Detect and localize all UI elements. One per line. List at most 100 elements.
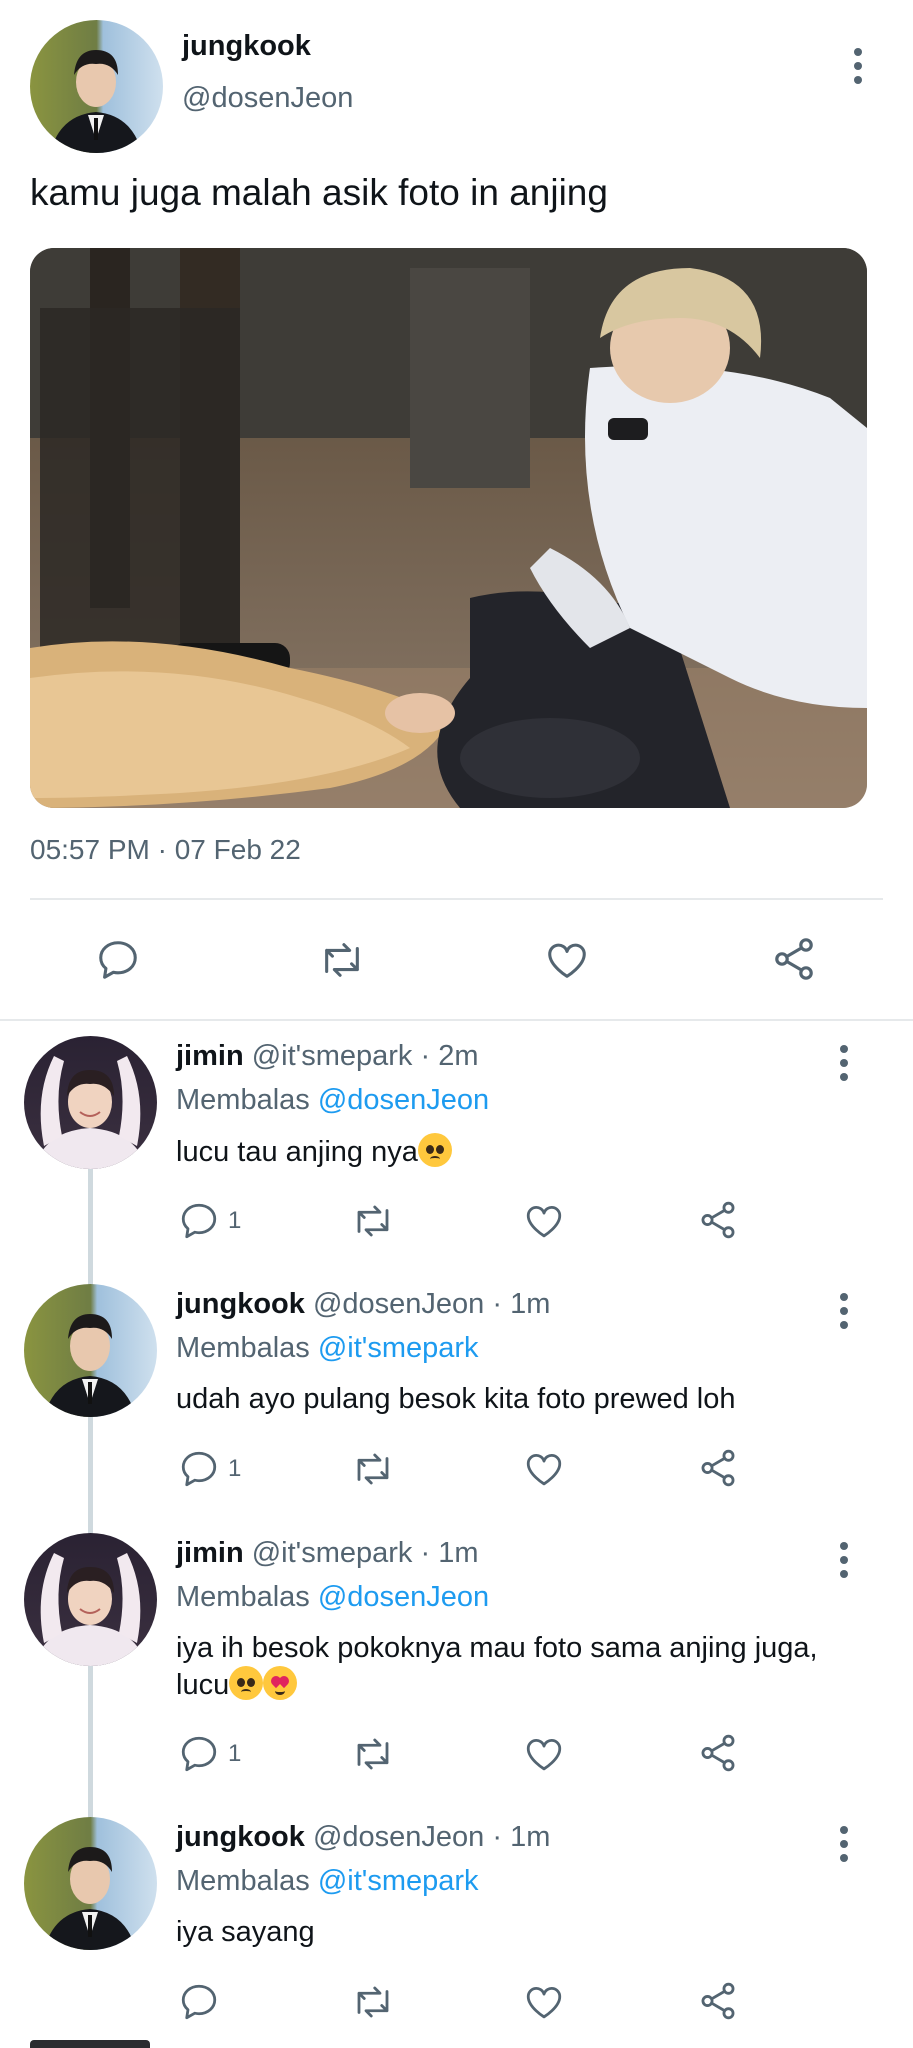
reply-header: jungkook @dosenJeon · 1m — [176, 1288, 550, 1321]
replying-label: Membalas — [176, 1084, 310, 1116]
reply-button[interactable]: 1 — [178, 1733, 241, 1775]
retweet-icon — [325, 943, 359, 977]
reply-text-content: lucu tau anjing nya — [176, 1136, 418, 1168]
pleading-face-emoji — [229, 1666, 264, 1700]
reply-text-line2: lucu — [176, 1669, 230, 1701]
reply-text-content: udah ayo pulang besok kita foto prewed l… — [176, 1383, 736, 1415]
reply-author-handle[interactable]: @it'smepark — [252, 1040, 413, 1072]
reply-icon — [181, 1451, 217, 1487]
reply-author-name[interactable]: jimin — [176, 1040, 244, 1072]
replying-to: Membalas @it'smepark — [176, 1332, 479, 1365]
retweet-icon — [357, 1738, 389, 1770]
reply-count: 1 — [228, 1455, 242, 1482]
reply-time: · 1m — [420, 1537, 479, 1569]
more-options-icon[interactable] — [848, 48, 868, 84]
reply-avatar[interactable] — [24, 1284, 157, 1417]
like-button[interactable] — [523, 1448, 565, 1490]
reply-header: jimin @it'smepark · 1m — [176, 1537, 478, 1570]
share-icon — [701, 1734, 735, 1772]
replying-to-link[interactable]: @dosenJeon — [318, 1581, 489, 1613]
reply-icon — [181, 1203, 217, 1239]
heart-eyes-emoji — [263, 1666, 298, 1700]
like-button[interactable] — [523, 1200, 565, 1242]
replying-label: Membalas — [176, 1332, 310, 1364]
replying-to: Membalas @dosenJeon — [176, 1581, 489, 1614]
reply-count: 1 — [228, 1740, 242, 1767]
reply-text: iya sayang — [176, 1914, 315, 1950]
author-handle[interactable]: @dosenJeon — [182, 82, 353, 115]
reply-author-name[interactable]: jimin — [176, 1537, 244, 1569]
heart-icon — [526, 1739, 562, 1771]
replying-to-link[interactable]: @it'smepark — [318, 1865, 479, 1897]
reply-header: jungkook @dosenJeon · 1m — [176, 1821, 550, 1854]
retweet-icon — [357, 1986, 389, 2018]
retweet-button[interactable] — [314, 937, 370, 983]
retweet-button[interactable] — [348, 1733, 398, 1775]
reply-icon — [181, 1736, 217, 1772]
reply-author-handle[interactable]: @dosenJeon — [313, 1821, 484, 1853]
thread-line — [88, 1165, 93, 1830]
replying-to: Membalas @it'smepark — [176, 1865, 479, 1898]
reply-button[interactable]: 1 — [178, 1448, 241, 1490]
retweet-button[interactable] — [348, 1200, 398, 1242]
heart-icon — [526, 1454, 562, 1486]
more-options-icon[interactable] — [834, 1542, 854, 1578]
reply-button[interactable] — [178, 1981, 220, 2023]
reply-text: lucu tau anjing nya — [176, 1133, 452, 1170]
tweet-media[interactable] — [30, 248, 867, 808]
retweet-icon — [357, 1453, 389, 1485]
reply-text-content: iya sayang — [176, 1916, 315, 1948]
reply-icon — [181, 1984, 217, 2020]
like-button[interactable] — [523, 1981, 565, 2023]
share-button[interactable] — [770, 935, 818, 983]
heart-icon — [526, 1206, 562, 1238]
share-button[interactable] — [697, 1199, 739, 1241]
reply-header: jimin @it'smepark · 2m — [176, 1040, 478, 1073]
share-button[interactable] — [697, 1980, 739, 2022]
reply-avatar[interactable] — [24, 1817, 157, 1950]
reply-author-name[interactable]: jungkook — [176, 1821, 305, 1853]
replying-to-link[interactable]: @it'smepark — [318, 1332, 479, 1364]
reply-button[interactable]: 1 — [178, 1200, 241, 1242]
heart-icon — [526, 1987, 562, 2019]
next-reply-avatar-edge — [30, 2040, 150, 2048]
like-button[interactable] — [523, 1733, 565, 1775]
reply-avatar[interactable] — [24, 1533, 157, 1666]
tweet-timestamp[interactable]: 05:57 PM · 07 Feb 22 — [30, 834, 301, 866]
replying-to-link[interactable]: @dosenJeon — [318, 1084, 489, 1116]
author-name[interactable]: jungkook — [182, 30, 311, 63]
pleading-face-emoji — [417, 1133, 452, 1167]
share-icon — [701, 1449, 735, 1487]
like-button[interactable] — [543, 937, 591, 983]
reply-avatar[interactable] — [24, 1036, 157, 1169]
more-options-icon[interactable] — [834, 1826, 854, 1862]
reply-count: 1 — [228, 1207, 242, 1234]
divider — [30, 898, 883, 900]
tweet-text: kamu juga malah asik foto in anjing — [30, 172, 608, 213]
reply-author-handle[interactable]: @it'smepark — [252, 1537, 413, 1569]
reply-author-handle[interactable]: @dosenJeon — [313, 1288, 484, 1320]
reply-author-name[interactable]: jungkook — [176, 1288, 305, 1320]
reply-time: · 2m — [420, 1040, 479, 1072]
share-icon — [701, 1982, 735, 2020]
share-icon — [775, 938, 813, 980]
reply-text: udah ayo pulang besok kita foto prewed l… — [176, 1381, 735, 1417]
section-divider — [0, 1019, 913, 1021]
replying-label: Membalas — [176, 1865, 310, 1897]
reply-time: · 1m — [492, 1821, 551, 1853]
more-options-icon[interactable] — [834, 1045, 854, 1081]
reply-text-content: iya ih besok pokoknya mau foto sama anji… — [176, 1632, 818, 1664]
retweet-button[interactable] — [348, 1448, 398, 1490]
replying-to: Membalas @dosenJeon — [176, 1084, 489, 1117]
share-button[interactable] — [697, 1447, 739, 1489]
retweet-icon — [357, 1205, 389, 1237]
share-icon — [701, 1201, 735, 1239]
retweet-button[interactable] — [348, 1981, 398, 2023]
reply-button[interactable] — [95, 937, 141, 983]
heart-icon — [548, 943, 586, 978]
author-avatar[interactable] — [30, 20, 163, 153]
reply-time: · 1m — [492, 1288, 551, 1320]
share-button[interactable] — [697, 1732, 739, 1774]
more-options-icon[interactable] — [834, 1293, 854, 1329]
replying-label: Membalas — [176, 1581, 310, 1613]
